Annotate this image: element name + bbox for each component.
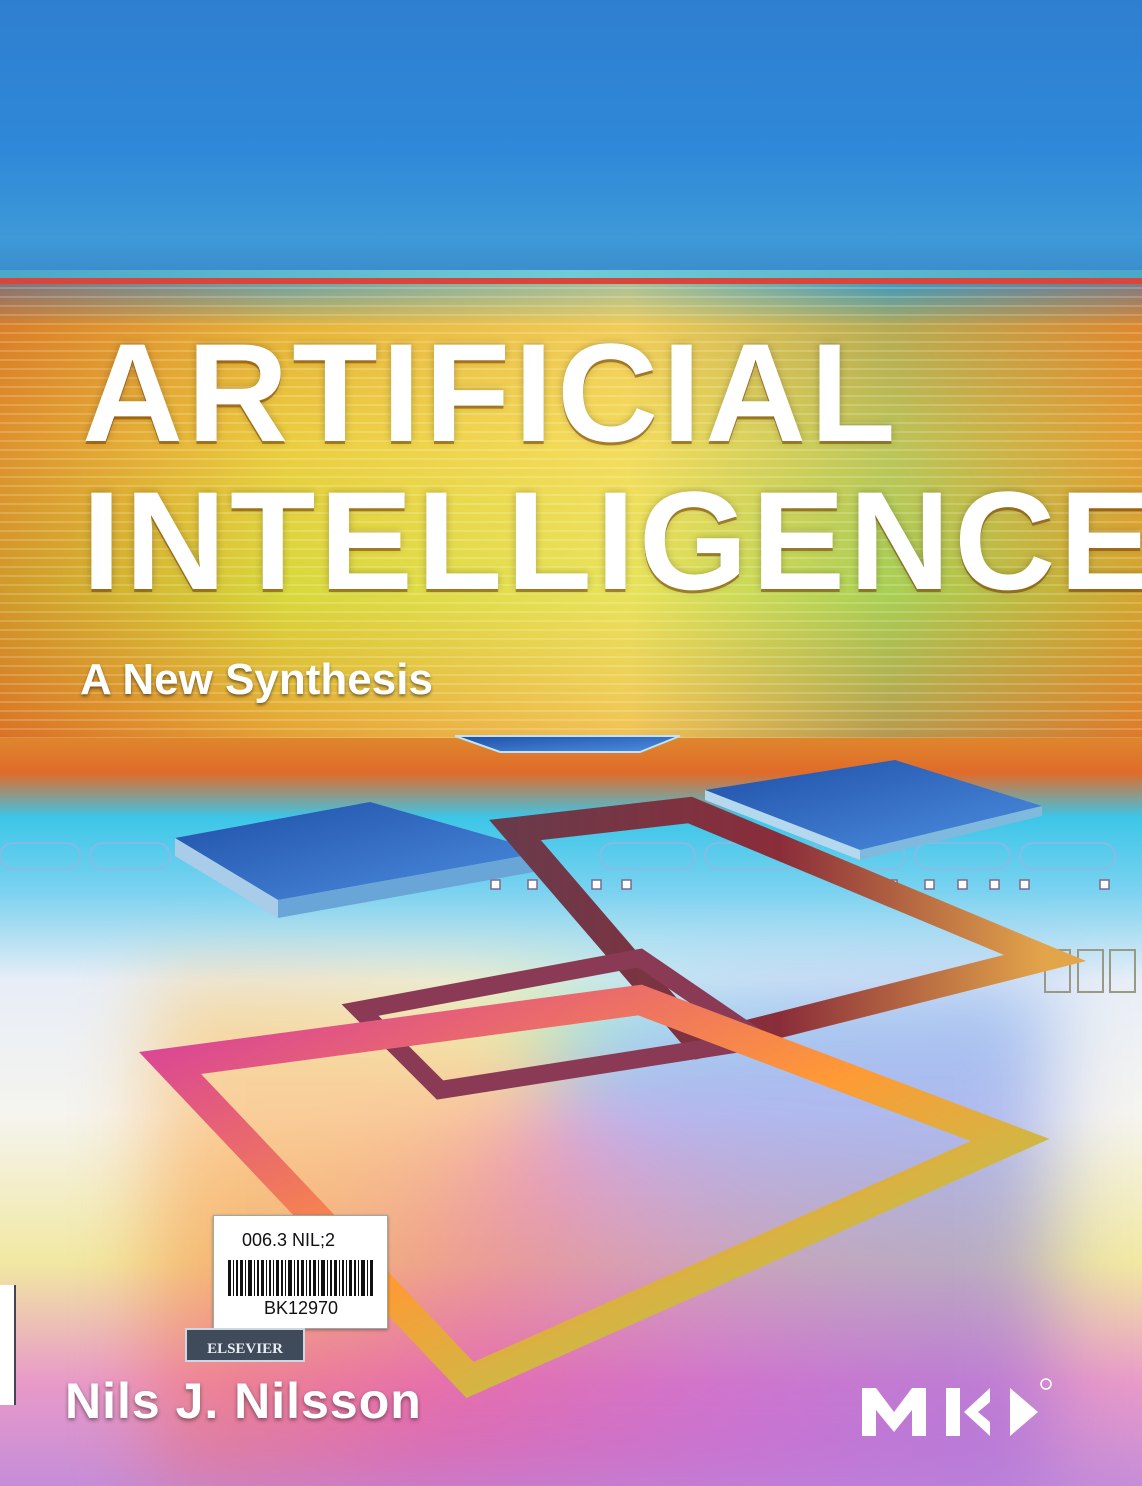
title-line-1: ARTIFICIAL [82, 314, 900, 471]
accession-number: BK12970 [264, 1298, 339, 1318]
floating-panels-illustration [0, 735, 1136, 1399]
book-cover: ARTIFICIAL INTELLIGENCE A New Synthesis … [0, 0, 1142, 1486]
title-line-2: INTELLIGENCE [82, 462, 1142, 619]
small-squares [490, 879, 1110, 890]
author-name: Nils J. Nilsson [65, 1373, 422, 1429]
barcode-icon [228, 1260, 373, 1296]
spine-sticker-edge [0, 1285, 16, 1405]
call-number: 006.3 NIL;2 [242, 1230, 336, 1250]
subtitle: A New Synthesis [80, 655, 433, 704]
mk-publisher-logo [862, 1378, 1052, 1436]
elsevier-logo: ELSEVIER [185, 1328, 305, 1362]
panel-top [454, 735, 681, 753]
library-spine-label: 006.3 NIL;2 BK12970 [213, 1215, 388, 1329]
